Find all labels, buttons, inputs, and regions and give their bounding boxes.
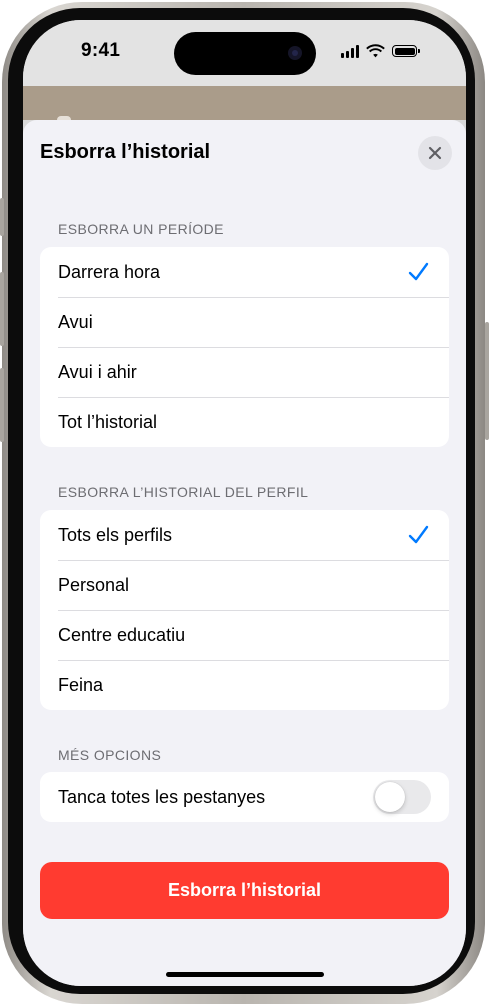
action-button: [0, 198, 4, 236]
status-icons: [341, 43, 420, 59]
period-option-all-history[interactable]: Tot l’historial: [40, 397, 449, 447]
front-camera: [288, 46, 302, 60]
volume-up-button: [0, 272, 4, 346]
sheet-title: Esborra l’historial: [40, 141, 211, 163]
period-option-label: Avui i ahir: [58, 361, 137, 382]
close-all-tabs-label: Tanca totes les pestanyes: [58, 786, 266, 807]
profile-section-header: ESBORRA L’HISTORIAL DEL PERFIL: [58, 484, 309, 500]
period-option-today-yesterday[interactable]: Avui i ahir: [40, 347, 449, 397]
wifi-icon: [366, 44, 385, 58]
profile-options-group: Tots els perfils Personal Centre educati…: [40, 510, 449, 710]
period-section-header: ESBORRA UN PERÍODE: [58, 221, 224, 237]
cellular-signal-icon: [341, 44, 359, 58]
checkmark-icon: [408, 525, 429, 544]
period-option-label: Darrera hora: [58, 261, 161, 282]
clear-history-sheet: Esborra l’historial ESBORRA UN PERÍODE D…: [23, 120, 466, 986]
period-option-label: Tot l’historial: [58, 411, 158, 432]
battery-icon: [392, 45, 420, 57]
profile-option-label: Feina: [58, 674, 104, 695]
period-option-label: Avui: [58, 311, 93, 332]
period-option-last-hour[interactable]: Darrera hora: [40, 247, 449, 297]
status-time: 9:41: [81, 40, 121, 61]
profile-option-work[interactable]: Feina: [40, 660, 449, 710]
background-content: [23, 86, 466, 124]
profile-option-personal[interactable]: Personal: [40, 560, 449, 610]
profile-option-school[interactable]: Centre educatiu: [40, 610, 449, 660]
clear-history-button[interactable]: Esborra l’historial: [40, 862, 449, 919]
checkmark-icon: [408, 262, 429, 281]
profile-option-label: Tots els perfils: [58, 524, 173, 545]
power-button: [485, 322, 489, 440]
volume-down-button: [0, 368, 4, 442]
screen: 9:41 Esborra l’historial ESBORRA UN PERÍ…: [23, 20, 466, 986]
more-options-group: Tanca totes les pestanyes: [40, 772, 449, 822]
dynamic-island: [174, 32, 316, 75]
toggle-knob: [375, 782, 405, 812]
more-options-header: MÉS OPCIONS: [58, 747, 162, 763]
close-all-tabs-row: Tanca totes les pestanyes: [40, 772, 449, 822]
profile-option-all-profiles[interactable]: Tots els perfils: [40, 510, 449, 560]
status-bar: 9:41: [23, 20, 466, 86]
period-options-group: Darrera hora Avui Avui i ahir Tot l’hist…: [40, 247, 449, 447]
close-all-tabs-toggle[interactable]: [373, 780, 431, 814]
profile-option-label: Personal: [58, 574, 130, 595]
close-icon: [428, 146, 442, 160]
close-button[interactable]: [418, 136, 452, 170]
period-option-today[interactable]: Avui: [40, 297, 449, 347]
home-indicator[interactable]: [166, 972, 324, 977]
profile-option-label: Centre educatiu: [58, 624, 186, 645]
